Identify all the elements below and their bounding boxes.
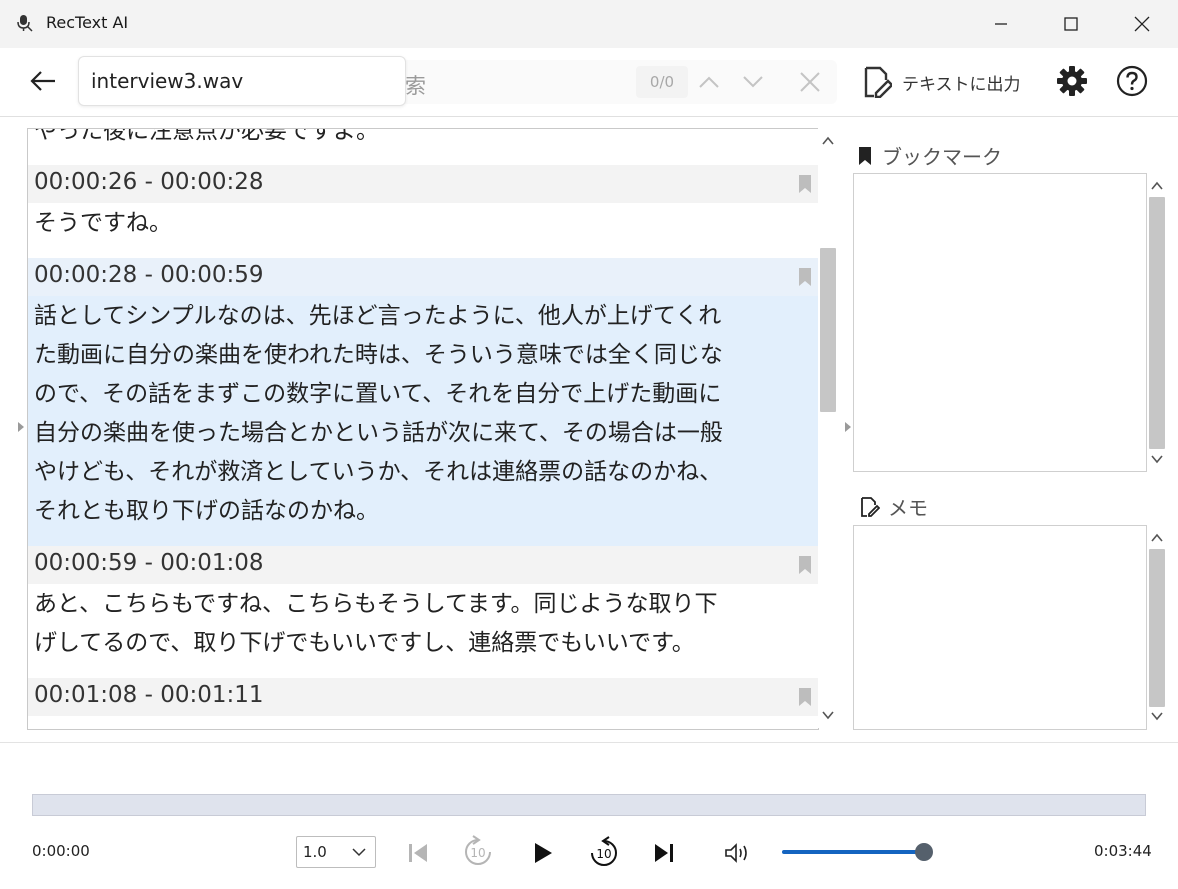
segment-header: 00:01:08 - 00:01:11 bbox=[28, 678, 818, 716]
bookmark-icon[interactable] bbox=[798, 267, 812, 291]
gear-icon bbox=[1057, 66, 1087, 96]
help-button[interactable] bbox=[1114, 63, 1150, 99]
current-time: 0:00:00 bbox=[32, 842, 90, 860]
play-icon bbox=[535, 843, 552, 863]
scrollbar-thumb[interactable] bbox=[1149, 197, 1165, 449]
search-box[interactable] bbox=[395, 60, 837, 104]
minimize-button[interactable] bbox=[978, 0, 1024, 48]
bookmark-icon[interactable] bbox=[798, 687, 812, 711]
memo-section-title: メモ bbox=[860, 492, 928, 521]
rewind-10-button[interactable]: 10 bbox=[458, 832, 498, 872]
close-button[interactable] bbox=[1119, 0, 1165, 48]
skip-to-end-button[interactable] bbox=[648, 836, 680, 870]
transcript-line: やった後に注意点が必要ですよ。 bbox=[34, 128, 379, 144]
memo-edit-icon bbox=[861, 496, 880, 517]
segment-header: 00:00:59 - 00:01:08 bbox=[28, 546, 818, 584]
bookmark-scrollbar[interactable] bbox=[1147, 173, 1167, 471]
memo-title: メモ bbox=[888, 496, 928, 520]
segment-time: 00:01:08 - 00:01:11 bbox=[34, 682, 264, 708]
svg-text:10: 10 bbox=[596, 847, 611, 861]
close-icon bbox=[800, 72, 820, 92]
transcript-line: やけども、それが救済としていうか、それは連絡票の話なのかね、 bbox=[34, 459, 723, 485]
bookmark-icon bbox=[859, 146, 871, 165]
playback-speed-value: 1.0 bbox=[303, 843, 327, 861]
transcript-line: それとも取り下げの話なのかね。 bbox=[34, 498, 379, 524]
question-icon bbox=[1116, 65, 1148, 97]
chevron-down-icon bbox=[743, 76, 763, 88]
player-divider bbox=[0, 742, 1178, 743]
bookmark-title: ブックマーク bbox=[882, 145, 1002, 169]
transcript-line: げしてるので、取り下げでもいいですし、連絡票でもいいです。 bbox=[34, 630, 695, 656]
scroll-up-icon bbox=[1151, 181, 1163, 190]
bookmark-icon[interactable] bbox=[798, 555, 812, 579]
segment-header: 00:00:26 - 00:00:28 bbox=[28, 165, 818, 203]
forward-10-button[interactable]: 10 bbox=[584, 832, 624, 874]
chevron-down-icon bbox=[352, 847, 366, 856]
skip-to-start-button[interactable] bbox=[402, 836, 434, 870]
maximize-icon bbox=[1064, 17, 1078, 31]
memo-scrollbar[interactable] bbox=[1147, 525, 1167, 728]
skip-previous-icon bbox=[409, 844, 427, 862]
volume-slider-track[interactable] bbox=[782, 850, 922, 854]
window-title: RecText AI bbox=[46, 13, 129, 32]
volume-button[interactable] bbox=[720, 838, 754, 868]
file-name: interview3.wav bbox=[91, 69, 244, 93]
transcript-line: 自分の楽曲を使った場合とかという話が次に来て、その場合は一般 bbox=[34, 420, 723, 446]
close-icon bbox=[1134, 16, 1150, 32]
memo-textarea[interactable] bbox=[853, 525, 1147, 730]
play-button[interactable] bbox=[522, 834, 562, 872]
scrollbar-thumb[interactable] bbox=[820, 248, 836, 412]
transcript-panel[interactable]: やった後に注意点が必要ですよ。 00:00:26 - 00:00:28 そうです… bbox=[27, 128, 819, 730]
search-clear-button[interactable] bbox=[794, 66, 826, 98]
microphone-app-icon bbox=[16, 14, 34, 32]
back-button[interactable] bbox=[26, 62, 60, 100]
chevron-up-icon bbox=[699, 76, 719, 88]
export-text-button[interactable]: テキストに出力 bbox=[862, 62, 1022, 102]
svg-text:10: 10 bbox=[470, 846, 485, 860]
segment-time: 00:00:26 - 00:00:28 bbox=[34, 169, 264, 195]
scrollbar-thumb[interactable] bbox=[1149, 549, 1165, 707]
maximize-button[interactable] bbox=[1048, 0, 1094, 48]
volume-slider-thumb[interactable] bbox=[915, 843, 933, 861]
settings-button[interactable] bbox=[1054, 63, 1090, 99]
transcript-line: た動画に自分の楽曲を使われた時は、そういう意味では全く同じな bbox=[34, 342, 723, 368]
forward-10-icon: 10 bbox=[591, 836, 617, 866]
transcript-line: そうですね。 bbox=[34, 210, 172, 236]
bookmark-list[interactable] bbox=[853, 173, 1147, 472]
segment-time: 00:00:59 - 00:01:08 bbox=[34, 550, 264, 576]
minimize-icon bbox=[995, 23, 1007, 25]
arrow-left-icon bbox=[30, 71, 55, 91]
export-file-icon bbox=[864, 66, 892, 98]
search-prev-button[interactable] bbox=[694, 66, 724, 98]
scroll-up-icon bbox=[1151, 533, 1163, 542]
rewind-10-icon: 10 bbox=[465, 835, 491, 865]
transcript-line: あと、こちらもですね、こちらもそうしてます。同じような取り下 bbox=[34, 591, 718, 617]
scroll-down-icon bbox=[822, 711, 834, 720]
skip-next-icon bbox=[655, 844, 673, 862]
transcript-line: ので、その話をまずこの数字に置いて、それを自分で上げた動画に bbox=[34, 381, 722, 407]
export-text-label: テキストに出力 bbox=[902, 74, 1021, 95]
bookmark-section-title: ブックマーク bbox=[858, 141, 1002, 170]
playback-speed-select[interactable]: 1.0 bbox=[296, 836, 376, 868]
segment-header: 00:00:28 - 00:00:59 bbox=[28, 258, 818, 296]
scroll-down-icon bbox=[1151, 712, 1163, 721]
transcript-line: 話としてシンプルなのは、先ほど言ったように、他人が上げてくれ bbox=[34, 303, 722, 329]
volume-icon bbox=[725, 843, 747, 863]
expand-right-icon[interactable] bbox=[843, 420, 853, 434]
search-next-button[interactable] bbox=[738, 66, 768, 98]
playback-progress-bar[interactable] bbox=[32, 794, 1146, 816]
segment-time: 00:00:28 - 00:00:59 bbox=[34, 262, 264, 288]
total-time: 0:03:44 bbox=[1094, 842, 1152, 860]
scroll-down-icon bbox=[1151, 455, 1163, 464]
scroll-up-icon bbox=[822, 136, 834, 145]
bookmark-icon[interactable] bbox=[798, 174, 812, 198]
expand-left-icon[interactable] bbox=[16, 420, 26, 434]
search-counter: 0/0 bbox=[636, 66, 688, 98]
transcript-scrollbar[interactable] bbox=[818, 128, 838, 728]
search-input[interactable]: 索 bbox=[405, 70, 426, 100]
